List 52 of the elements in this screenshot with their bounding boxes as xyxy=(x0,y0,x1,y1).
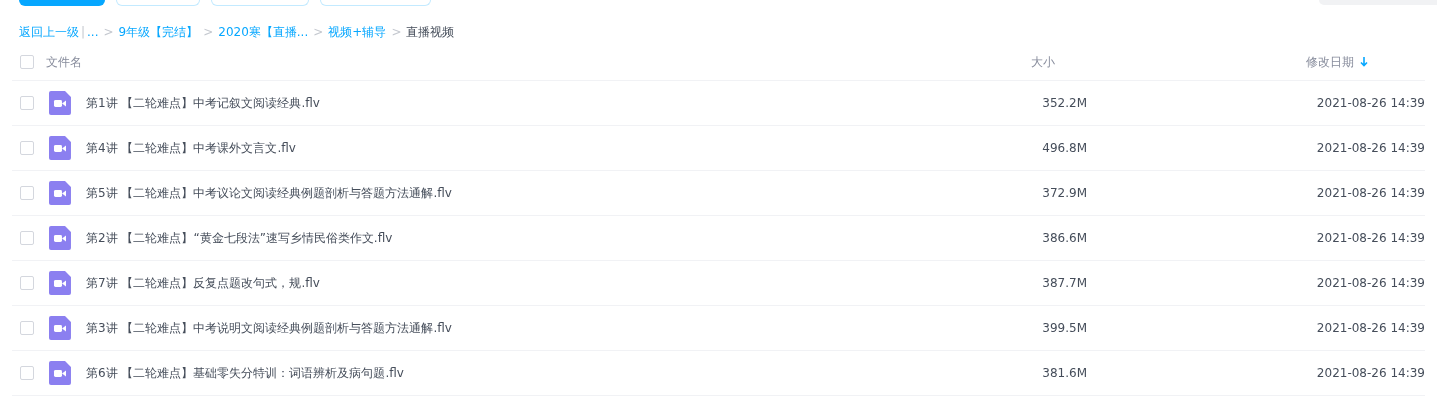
breadcrumb-separator: > xyxy=(203,24,214,41)
breadcrumb-separator: | xyxy=(81,24,86,41)
file-size: 372.9M xyxy=(1042,185,1089,202)
checkbox[interactable] xyxy=(20,276,34,290)
modified-date: 2021-08-26 14:39 xyxy=(1316,230,1425,247)
file-name[interactable]: 第7讲 【二轮难点】反复点题改句式，规.flv xyxy=(85,274,1043,292)
video-file-icon xyxy=(49,136,71,160)
breadcrumb-separator: > xyxy=(391,24,402,41)
file-name[interactable]: 第6讲 【二轮难点】基础零失分特训：词语辨析及病句题.flv xyxy=(85,364,1043,382)
breadcrumb-link[interactable]: 视频+辅导 xyxy=(328,23,387,41)
video-file-icon xyxy=(49,91,71,115)
breadcrumb-link[interactable]: 9年级【完结】 xyxy=(118,23,199,41)
toolbar-button[interactable] xyxy=(19,0,105,6)
modified-date: 2021-08-26 14:39 xyxy=(1316,95,1425,112)
file-size: 496.8M xyxy=(1042,140,1089,157)
breadcrumb-separator: > xyxy=(103,24,114,41)
checkbox[interactable] xyxy=(20,366,34,380)
file-size: 399.5M xyxy=(1042,320,1089,337)
file-size: 386.6M xyxy=(1042,230,1089,247)
video-file-icon xyxy=(49,361,71,385)
video-file-icon xyxy=(49,226,71,250)
file-size: 352.2M xyxy=(1042,95,1089,112)
column-header[interactable]: 修改日期 xyxy=(1306,53,1354,71)
breadcrumb-current: 直播视频 xyxy=(406,24,455,41)
checkbox[interactable] xyxy=(20,141,34,155)
file-name[interactable]: 第1讲 【二轮难点】中考记叙文阅读经典.flv xyxy=(85,94,1043,112)
column-header[interactable]: 文件名 xyxy=(46,53,1031,71)
breadcrumb-link[interactable]: 2020寒【直播... xyxy=(218,23,309,41)
breadcrumb-link[interactable]: ... xyxy=(87,23,99,41)
checkbox[interactable] xyxy=(20,55,34,69)
video-file-icon xyxy=(49,316,71,340)
modified-date: 2021-08-26 14:39 xyxy=(1316,365,1425,382)
file-size: 381.6M xyxy=(1042,365,1089,382)
breadcrumb-separator: > xyxy=(313,24,324,41)
checkbox[interactable] xyxy=(20,231,34,245)
checkbox[interactable] xyxy=(20,321,34,335)
file-name[interactable]: 第4讲 【二轮难点】中考课外文言文.flv xyxy=(85,139,1043,157)
sort-down-icon[interactable] xyxy=(1360,57,1368,67)
file-size: 387.7M xyxy=(1042,275,1089,292)
file-name[interactable]: 第2讲 【二轮难点】“黄金七段法”速写乡情民俗类作文.flv xyxy=(85,229,1043,247)
modified-date: 2021-08-26 14:39 xyxy=(1316,275,1425,292)
video-file-icon xyxy=(49,271,71,295)
checkbox[interactable] xyxy=(20,186,34,200)
file-name[interactable]: 第3讲 【二轮难点】中考说明文阅读经典例题剖析与答题方法通解.flv xyxy=(85,319,1043,337)
modified-date: 2021-08-26 14:39 xyxy=(1316,185,1425,202)
modified-date: 2021-08-26 14:39 xyxy=(1316,140,1425,157)
video-file-icon xyxy=(49,181,71,205)
checkbox[interactable] xyxy=(20,96,34,110)
breadcrumb-link[interactable]: 返回上一级 xyxy=(19,23,79,41)
file-name[interactable]: 第5讲 【二轮难点】中考议论文阅读经典例题剖析与答题方法通解.flv xyxy=(85,184,1043,202)
column-header[interactable]: 大小 xyxy=(1031,53,1306,71)
modified-date: 2021-08-26 14:39 xyxy=(1316,320,1425,337)
